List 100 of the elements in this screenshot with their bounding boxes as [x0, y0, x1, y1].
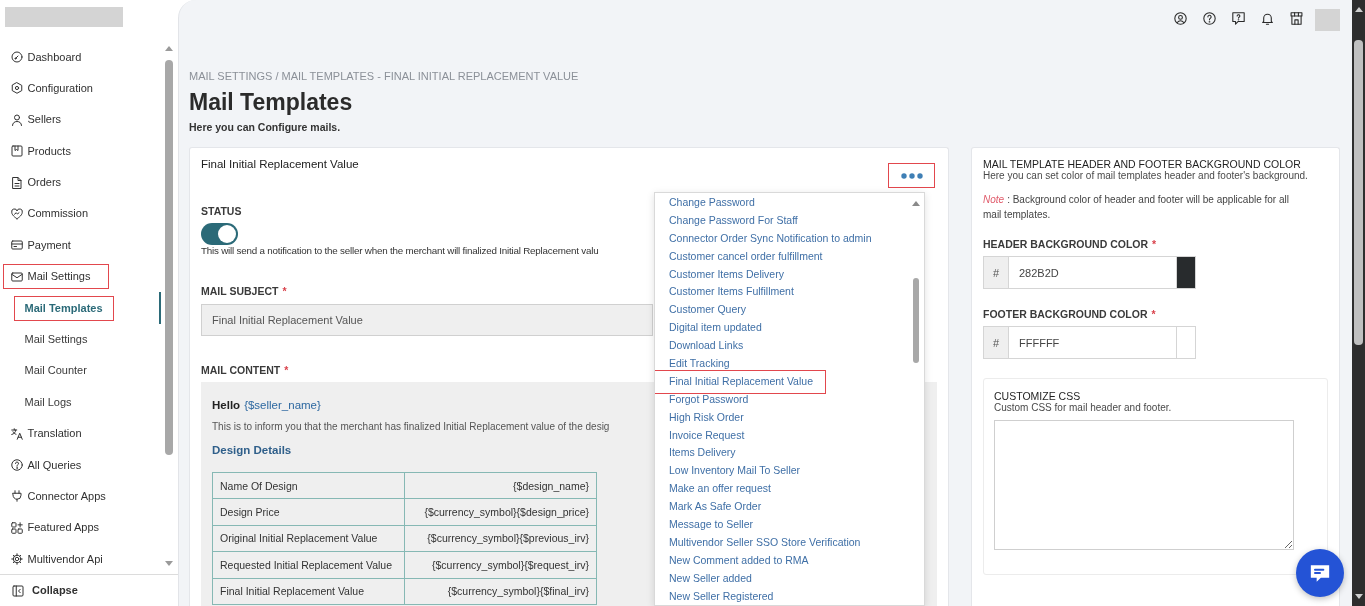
menu-item[interactable]: Connector Order Sync Notification to admin: [655, 229, 882, 248]
gear-icon: [10, 553, 23, 566]
apps-grid-icon: [10, 521, 23, 534]
credit-card-icon: [10, 239, 23, 252]
sidebar-item[interactable]: Featured Apps: [3, 515, 119, 541]
sidebar-subitem[interactable]: Mail Settings: [13, 327, 99, 352]
table-cell: {$design_name}: [404, 472, 597, 499]
table-cell: Name Of Design: [212, 472, 405, 499]
menu-item[interactable]: Change Password For Staff: [655, 211, 808, 230]
css-field[interactable]: [994, 420, 1294, 550]
sidebar-item[interactable]: Multivendor Api: [3, 546, 122, 572]
help-icon[interactable]: [1202, 11, 1216, 25]
menu-item[interactable]: Mark As Safe Order: [655, 498, 772, 517]
menu-item[interactable]: Customer Items Fulfillment: [655, 283, 804, 302]
panel-description: Here you can set color of mail templates header and footer's background.: [983, 170, 1308, 182]
color-swatch[interactable]: [1177, 256, 1196, 289]
menu-item[interactable]: Customer cancel order fulfillment: [655, 247, 833, 266]
sidebar-item[interactable]: Dashboard: [3, 44, 101, 70]
note-text: Note : Background color of header and footer will be applicable for all mail templates.: [983, 192, 1290, 222]
intro-text: This is to inform you that the merchant has finalized Initial Replacement value of the desig: [212, 421, 610, 433]
field-label: FOOTER BACKGROUND COLOR *: [983, 308, 1156, 320]
menu-item[interactable]: Digital item updated: [655, 319, 772, 338]
document-icon: [10, 176, 23, 189]
more-icon: [900, 172, 923, 179]
sidebar-subitem[interactable]: Mail Templates: [13, 295, 114, 321]
menu-item[interactable]: Invoice Request: [655, 426, 755, 445]
field-label: MAIL SUBJECT *: [201, 285, 287, 297]
sidebar-item[interactable]: Orders: [3, 170, 81, 196]
menu-item[interactable]: New Seller added: [655, 569, 762, 588]
sidebar-item[interactable]: Mail Settings: [3, 264, 110, 290]
sidebar-item[interactable]: Commission: [3, 201, 107, 227]
breadcrumb: MAIL SETTINGS / MAIL TEMPLATES - FINAL INITIAL REPLACEMENT VALUE: [189, 69, 579, 83]
scroll-up-icon: [1354, 7, 1363, 12]
page-subtitle: Here you can Configure mails.: [189, 120, 341, 134]
greeting-text: Hello {$seller_name}: [212, 398, 321, 412]
status-description: This will send a notification to the seller when the merchant will finalized Initial Replacement valu: [201, 245, 599, 257]
collapse-button[interactable]: Collapse: [12, 584, 78, 597]
sidebar-item[interactable]: Translation: [3, 421, 101, 447]
chat-help-icon[interactable]: [1231, 11, 1245, 25]
hash-prefix: #: [983, 326, 1009, 359]
menu-item[interactable]: Final Initial Replacement Value: [655, 372, 823, 391]
field-label: HEADER BACKGROUND COLOR *: [983, 238, 1157, 250]
sidebar-subitem[interactable]: Mail Logs: [13, 389, 83, 415]
scroll-up-icon: [165, 46, 173, 51]
menu-item[interactable]: Make an offer request: [655, 480, 781, 499]
sidebar-item[interactable]: All Queries: [3, 452, 101, 478]
table-cell: Design Price: [212, 498, 405, 526]
color-field[interactable]: 282B2D: [1009, 256, 1177, 289]
color-field[interactable]: FFFFFF: [1009, 326, 1177, 359]
panel-title: MAIL TEMPLATE HEADER AND FOOTER BACKGROUND COLOR: [983, 158, 1301, 170]
scrollbar-thumb[interactable]: [913, 278, 919, 363]
user-circle-icon[interactable]: [1173, 11, 1187, 25]
table-cell: {$currency_symbol}{$request_irv}: [404, 551, 597, 579]
menu-item[interactable]: Change Password: [655, 194, 765, 212]
menu-item[interactable]: Customer Items Delivery: [655, 265, 794, 284]
bell-icon[interactable]: [1260, 11, 1274, 25]
menu-item[interactable]: Edit Tracking: [655, 355, 740, 373]
store-icon[interactable]: [1289, 11, 1303, 25]
sidebar-item[interactable]: Products: [3, 138, 90, 164]
card-title: CUSTOMIZE CSS: [994, 390, 1081, 402]
field-label: MAIL CONTENT *: [201, 364, 289, 376]
menu-item[interactable]: Customer Query: [655, 301, 757, 320]
table-cell: Requested Initial Replacement Value: [212, 551, 405, 579]
scrollbar-track[interactable]: [1352, 0, 1365, 606]
sidebar-item[interactable]: Payment: [3, 232, 90, 258]
section-heading: Design Details: [212, 443, 292, 457]
scrollbar-thumb[interactable]: [165, 60, 173, 455]
translate-icon: [10, 427, 23, 440]
sidebar-collapse-icon: [12, 584, 24, 597]
user-icon: [10, 113, 23, 126]
table-cell: Final Initial Replacement Value: [212, 578, 405, 605]
plug-icon: [10, 490, 23, 503]
table-cell: {$currency_symbol}{$final_irv}: [404, 578, 597, 605]
menu-item[interactable]: New Comment added to RMA: [655, 551, 819, 570]
field-label: STATUS: [201, 205, 242, 217]
menu-item[interactable]: Items Delivery: [655, 444, 746, 463]
sidebar-item[interactable]: Sellers: [3, 107, 81, 133]
sidebar-item[interactable]: Configuration: [3, 75, 112, 101]
color-swatch[interactable]: [1177, 326, 1196, 359]
menu-item[interactable]: Multivendor Seller SSO Store Verification: [655, 533, 871, 552]
sidebar-item[interactable]: Connector Apps: [3, 483, 125, 509]
menu-item[interactable]: High Risk Order: [655, 408, 754, 427]
card-description: Custom CSS for mail header and footer.: [994, 402, 1172, 414]
menu-item[interactable]: Forgot Password: [655, 390, 759, 409]
envelope-icon: [10, 270, 23, 283]
bookmark-box-icon: [10, 145, 23, 158]
settings-icon: [10, 82, 23, 95]
subject-field[interactable]: Final Initial Replacement Value: [201, 304, 653, 336]
status-toggle[interactable]: [201, 223, 238, 245]
more-button[interactable]: [888, 163, 935, 188]
hash-prefix: #: [983, 256, 1009, 289]
menu-item[interactable]: Download Links: [655, 337, 754, 355]
table-cell: Original Initial Replacement Value: [212, 525, 405, 552]
menu-item[interactable]: New Seller Registered: [655, 587, 784, 605]
scroll-down-icon: [165, 561, 173, 566]
menu-item[interactable]: Message to Seller: [655, 516, 764, 534]
scrollbar-thumb[interactable]: [1354, 40, 1363, 345]
sidebar-subitem[interactable]: Mail Counter: [13, 358, 98, 384]
menu-item[interactable]: Low Inventory Mail To Seller: [655, 462, 811, 481]
help-icon: [10, 459, 23, 472]
